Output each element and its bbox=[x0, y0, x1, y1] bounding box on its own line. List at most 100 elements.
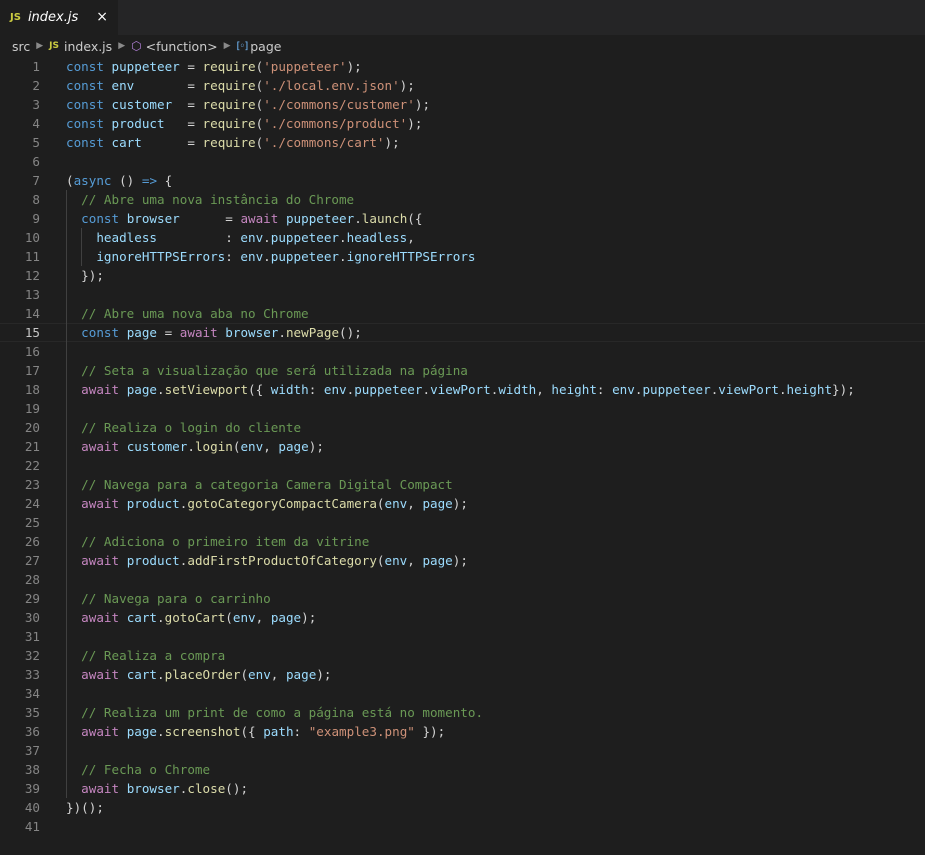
line-number: 4 bbox=[32, 116, 40, 131]
code-text: await product.gotoCategoryCompactCamera(… bbox=[66, 494, 468, 513]
code-token: customer bbox=[111, 97, 173, 112]
code-line[interactable]: 12 }); bbox=[0, 266, 925, 285]
tab-index-js[interactable]: JS index.js × bbox=[0, 0, 118, 35]
code-line[interactable]: 31 bbox=[0, 627, 925, 646]
code-token: . bbox=[778, 382, 787, 397]
code-token: (); bbox=[225, 781, 249, 796]
javascript-file-icon: JS bbox=[49, 41, 60, 51]
code-token: env bbox=[384, 496, 408, 511]
code-text: // Abre uma nova instância do Chrome bbox=[66, 190, 354, 209]
code-line[interactable]: 14 // Abre uma nova aba no Chrome bbox=[0, 304, 925, 323]
code-token: await bbox=[81, 667, 120, 682]
code-line[interactable]: 10 headless : env.puppeteer.headless, bbox=[0, 228, 925, 247]
code-token: const bbox=[66, 78, 104, 93]
line-number: 23 bbox=[24, 477, 40, 492]
code-line[interactable]: 8 // Abre uma nova instância do Chrome bbox=[0, 190, 925, 209]
code-token: require bbox=[202, 97, 256, 112]
line-number: 36 bbox=[24, 724, 40, 739]
code-line[interactable]: 22 bbox=[0, 456, 925, 475]
code-line[interactable]: 34 bbox=[0, 684, 925, 703]
code-token: await bbox=[81, 439, 120, 454]
code-token: => bbox=[141, 173, 158, 188]
code-line[interactable]: 29 // Navega para o carrinho bbox=[0, 589, 925, 608]
line-number: 3 bbox=[32, 97, 40, 112]
code-token: page bbox=[126, 382, 158, 397]
code-line[interactable]: 28 bbox=[0, 570, 925, 589]
code-line[interactable]: 39 await browser.close(); bbox=[0, 779, 925, 798]
code-token: setViewport bbox=[164, 382, 249, 397]
code-token: headless bbox=[346, 230, 408, 245]
code-line[interactable]: 30 await cart.gotoCart(env, page); bbox=[0, 608, 925, 627]
code-line[interactable]: 1 const puppeteer = require('puppeteer'); bbox=[0, 57, 925, 76]
breadcrumb-variable[interactable]: page bbox=[250, 39, 281, 54]
code-line[interactable]: 35 // Realiza um print de como a página … bbox=[0, 703, 925, 722]
line-number: 14 bbox=[24, 306, 40, 321]
code-line[interactable]: 13 bbox=[0, 285, 925, 304]
code-line[interactable]: 3 const customer = require('./commons/cus… bbox=[0, 95, 925, 114]
code-editor[interactable]: 1 const puppeteer = require('puppeteer');… bbox=[0, 57, 925, 836]
code-line[interactable]: 23 // Navega para a categoria Camera Dig… bbox=[0, 475, 925, 494]
code-line[interactable]: 19 bbox=[0, 399, 925, 418]
code-line[interactable]: 24 await product.gotoCategoryCompactCame… bbox=[0, 494, 925, 513]
line-number: 17 bbox=[24, 363, 40, 378]
code-token: , bbox=[263, 439, 279, 454]
code-line[interactable]: 7 (async () => { bbox=[0, 171, 925, 190]
code-line[interactable]: 37 bbox=[0, 741, 925, 760]
code-line[interactable]: 26 // Adiciona o primeiro item da vitrin… bbox=[0, 532, 925, 551]
code-text: await customer.login(env, page); bbox=[66, 437, 324, 456]
code-line[interactable]: 33 await cart.placeOrder(env, page); bbox=[0, 665, 925, 684]
code-line[interactable]: 25 bbox=[0, 513, 925, 532]
code-token: placeOrder bbox=[164, 667, 241, 682]
code-token: gotoCategoryCompactCamera bbox=[187, 496, 377, 511]
breadcrumb-file[interactable]: index.js bbox=[64, 39, 112, 54]
code-line[interactable]: 32 // Realiza a compra bbox=[0, 646, 925, 665]
code-token: page bbox=[126, 724, 158, 739]
code-text: const page = await browser.newPage(); bbox=[66, 323, 362, 342]
line-number: 27 bbox=[24, 553, 40, 568]
code-line[interactable]: 21 await customer.login(env, page); bbox=[0, 437, 925, 456]
code-line[interactable]: 16 bbox=[0, 342, 925, 361]
code-token: })(); bbox=[66, 800, 104, 815]
code-line[interactable]: 9 const browser = await puppeteer.launch… bbox=[0, 209, 925, 228]
line-number: 39 bbox=[24, 781, 40, 796]
code-token: const bbox=[66, 135, 104, 150]
code-token: ({ bbox=[248, 382, 271, 397]
code-token: ); bbox=[452, 553, 468, 568]
code-text: (async () => { bbox=[66, 171, 172, 190]
tab-bar: JS index.js × bbox=[0, 0, 925, 35]
cube-icon: ⬡ bbox=[131, 39, 142, 53]
code-line[interactable]: 17 // Seta a visualização que será utili… bbox=[0, 361, 925, 380]
breadcrumb-folder[interactable]: src bbox=[12, 39, 30, 54]
code-token: screenshot bbox=[164, 724, 241, 739]
line-number: 29 bbox=[24, 591, 40, 606]
code-line[interactable]: 40})(); bbox=[0, 798, 925, 817]
code-token: : bbox=[293, 724, 309, 739]
code-line[interactable]: 15 const page = await browser.newPage(); bbox=[0, 323, 925, 342]
code-text: // Realiza o login do cliente bbox=[66, 418, 301, 437]
line-number: 30 bbox=[24, 610, 40, 625]
code-line[interactable]: 18 await page.setViewport({ width: env.p… bbox=[0, 380, 925, 399]
code-line[interactable]: 38 // Fecha o Chrome bbox=[0, 760, 925, 779]
code-line[interactable]: 20 // Realiza o login do cliente bbox=[0, 418, 925, 437]
code-line[interactable]: 36 await page.screenshot({ path: "exampl… bbox=[0, 722, 925, 741]
code-line[interactable]: 41 bbox=[0, 817, 925, 836]
code-line[interactable]: 27 await product.addFirstProductOfCatego… bbox=[0, 551, 925, 570]
code-line[interactable]: 2 const env = require('./local.env.json')… bbox=[0, 76, 925, 95]
code-token: await bbox=[240, 211, 279, 226]
code-line[interactable]: 4 const product = require('./commons/prod… bbox=[0, 114, 925, 133]
close-icon[interactable]: × bbox=[96, 9, 108, 25]
code-token: ( bbox=[376, 496, 385, 511]
breadcrumb-function[interactable]: <function> bbox=[146, 39, 218, 54]
tab-label: index.js bbox=[27, 10, 79, 25]
code-line[interactable]: 5 const cart = require('./commons/cart'); bbox=[0, 133, 925, 152]
code-token: env bbox=[323, 382, 347, 397]
code-line[interactable]: 11 ignoreHTTPSErrors: env.puppeteer.igno… bbox=[0, 247, 925, 266]
code-line[interactable]: 6 bbox=[0, 152, 925, 171]
code-token: cart bbox=[126, 610, 158, 625]
